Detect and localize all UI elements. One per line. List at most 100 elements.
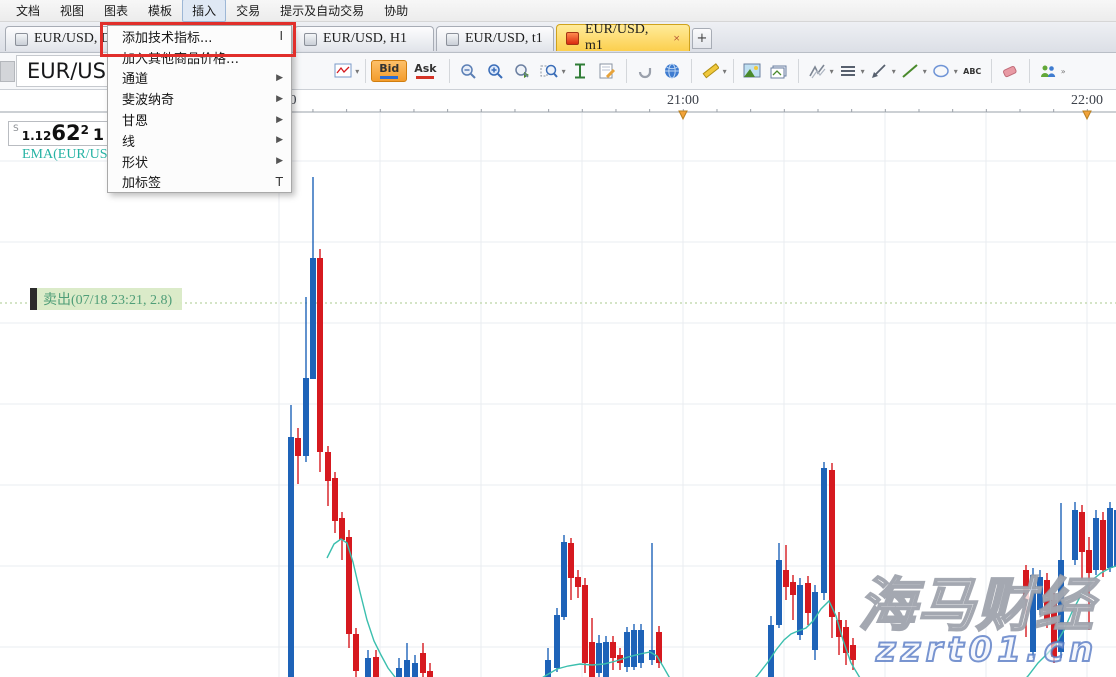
insert-menu-item-label: 甘恩 [122,110,148,129]
chart-type-dropdown-arrow[interactable]: ▾ [355,67,359,76]
zoom-in-button[interactable] [483,59,508,84]
new-tab-button[interactable]: + [692,28,712,49]
ask-label: Ask [414,62,436,75]
ellipse-dropdown-arrow[interactable]: ▾ [954,67,958,76]
menu-bar: 文档视图图表模板插入交易提示及自动交易协助 [0,0,1116,22]
menu-item[interactable]: 文档 [6,0,50,22]
position-marker-label: 卖出(07/18 23:21, 2.8) [37,288,182,310]
text-tool-icon: ABC [963,67,981,76]
ruler-button[interactable] [698,59,723,84]
note-button[interactable] [595,59,620,84]
chart-tab[interactable]: EUR/USD, H1 [294,26,434,51]
separator [626,59,627,83]
chart-type-icon [334,63,352,79]
menu-item[interactable]: 模板 [138,0,182,22]
ellipse-tool-button[interactable] [929,59,954,84]
arrow-dropdown-arrow[interactable]: ▾ [892,67,896,76]
ask-toggle-button[interactable]: Ask [407,60,443,82]
menu-item[interactable]: 插入 [182,0,226,22]
chart-tab-label: EUR/USD, m1 [585,22,663,54]
quote-pips: 62 [51,122,80,145]
watermark-url: zzrt01.cn [876,630,1098,670]
zoom-reset-button[interactable] [510,59,535,84]
community-button[interactable] [1036,59,1061,84]
insert-menu-item[interactable]: 添加技术指标...I [108,26,291,47]
submenu-arrow-icon: ▶ [276,94,283,104]
image-button[interactable] [740,59,765,84]
menu-item[interactable]: 协助 [374,0,418,22]
chart-tab[interactable]: EUR/USD, t1 [436,26,554,51]
trendline-tool-button[interactable] [898,59,923,84]
eraser-button[interactable] [998,59,1023,84]
hline-tool-button[interactable] [836,59,861,84]
zigzag-tool-button[interactable] [805,59,830,84]
globe-icon [663,62,681,80]
insert-menu-item[interactable]: 加标签T [108,172,291,193]
snapshot-button[interactable] [767,59,792,84]
zoom-in-icon [486,62,504,80]
arrow-icon [870,63,888,79]
crosshair-icon [573,62,587,80]
snapshot-icon [770,63,788,79]
zoom-out-button[interactable] [456,59,481,84]
arrow-tool-button[interactable] [867,59,892,84]
text-tool-button[interactable]: ABC [960,59,985,84]
menu-item[interactable]: 提示及自动交易 [270,0,374,22]
zoom-reset-icon [513,62,531,80]
ask-underline [416,76,434,79]
quote-side-label: S [13,124,19,134]
indicator-label: EMA(EUR/US [22,147,108,163]
zoom-out-icon [459,62,477,80]
menu-item[interactable]: 图表 [94,0,138,22]
menu-item[interactable]: 交易 [226,0,270,22]
submenu-arrow-icon: ▶ [276,135,283,145]
time-axis-label: 22:00 [1071,93,1103,109]
separator [733,59,734,83]
chart-tab-label: EUR/USD, D [34,31,111,47]
link-button[interactable] [633,59,658,84]
insert-menu-item-label: 斐波纳奇 [122,89,174,108]
ruler-dropdown-arrow[interactable]: ▾ [723,67,727,76]
insert-menu-item[interactable]: 通道▶ [108,68,291,89]
chart-tab-label: EUR/USD, t1 [465,31,543,47]
chart-tab-label: EUR/USD, H1 [323,31,407,47]
chart-tab-icon [566,32,579,45]
bid-toggle-button[interactable]: Bid [371,60,407,82]
find-bar-icon [540,62,558,80]
crosshair-button[interactable] [568,59,593,84]
chart-type-button[interactable] [330,59,355,84]
note-icon [598,62,616,80]
bid-label: Bid [379,62,399,75]
shortcut-label: I [279,29,283,43]
insert-menu-item[interactable]: 斐波纳奇 ▶ [108,88,291,109]
toolbar-overflow-chevron[interactable]: » [1061,67,1066,76]
find-bar-button[interactable] [537,59,562,84]
globe-button[interactable] [660,59,685,84]
panel-handle[interactable] [0,61,15,82]
link-icon [636,62,654,80]
trendline-dropdown-arrow[interactable]: ▾ [923,67,927,76]
chart-tab[interactable]: EUR/USD, m1 × [556,24,690,51]
quote-pip-fraction: 2 [81,123,89,137]
trendline-icon [901,63,919,79]
separator [991,59,992,83]
zigzag-dropdown-arrow[interactable]: ▾ [830,67,834,76]
ellipse-icon [932,63,950,79]
quote-big-figure: 1.12 [22,129,52,143]
insert-menu-item[interactable]: 甘恩▶ [108,109,291,130]
hline-dropdown-arrow[interactable]: ▾ [861,67,865,76]
separator [365,59,366,83]
menu-item[interactable]: 视图 [50,0,94,22]
hlines-icon [839,64,857,78]
position-marker[interactable]: 卖出(07/18 23:21, 2.8) [30,288,182,310]
close-tab-icon[interactable]: × [673,32,680,44]
find-dropdown-arrow[interactable]: ▾ [562,67,566,76]
separator [1029,59,1030,83]
insert-menu-item[interactable]: 形状▶ [108,151,291,172]
separator [798,59,799,83]
insert-menu-item[interactable]: 线▶ [108,130,291,151]
position-marker-bar [30,288,37,310]
shortcut-label: T [276,175,283,189]
separator [691,59,692,83]
insert-menu-item[interactable]: 加入其他商品价格… [108,47,291,68]
